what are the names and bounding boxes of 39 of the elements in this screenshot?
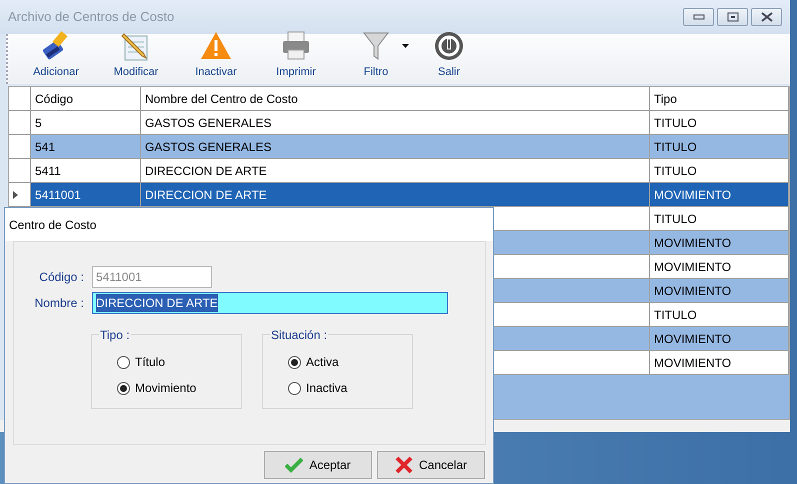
current-row-icon: [13, 190, 18, 198]
table-cell: MOVIMIENTO: [650, 351, 789, 375]
toolbar-button[interactable]: Inactivar: [176, 30, 256, 80]
field-label: Código :: [38, 269, 85, 286]
radio-label[interactable]: Título: [135, 353, 166, 371]
dialog-title: Centro de Costo: [5, 208, 493, 241]
toolbar-button[interactable]: Adicionar: [16, 30, 96, 80]
table-row[interactable]: 5411001 DIRECCION DE ARTE MOVIMIENTO: [9, 183, 789, 207]
funnel-icon: [360, 30, 392, 62]
dropdown-caret-icon[interactable]: [402, 44, 409, 48]
maximize-icon: [726, 12, 738, 22]
close-button[interactable]: [751, 8, 782, 26]
radio-label[interactable]: Movimiento: [135, 379, 196, 397]
input-field[interactable]: 5411001: [92, 266, 212, 288]
radio-label[interactable]: Activa: [306, 353, 339, 371]
check-icon: [285, 456, 304, 474]
field-label: Nombre :: [34, 295, 85, 312]
window-title: Archivo de Centros de Costo: [8, 8, 174, 26]
toolbar-button[interactable]: Modificar: [96, 30, 176, 80]
table-row[interactable]: 541 GASTOS GENERALES TITULO: [9, 135, 789, 159]
radio-button[interactable]: [288, 356, 301, 368]
power-icon: [433, 30, 465, 62]
printer-icon: [280, 30, 312, 62]
minimize-button[interactable]: [683, 8, 714, 26]
dialog-button[interactable]: Cancelar: [377, 451, 485, 479]
warning-icon: [200, 30, 232, 62]
minimize-icon: [692, 14, 704, 20]
radio-button[interactable]: [288, 382, 301, 394]
input-field[interactable]: DIRECCION DE ARTE: [92, 292, 448, 314]
radio-button[interactable]: [117, 356, 130, 368]
radio-label[interactable]: Inactiva: [306, 379, 348, 397]
toolbar-button[interactable]: Imprimir: [256, 30, 336, 80]
table-row[interactable]: 5 GASTOS GENERALES TITULO: [9, 111, 789, 135]
radio-button[interactable]: [117, 382, 130, 394]
close-icon: [394, 456, 413, 474]
dialog-button[interactable]: Aceptar: [264, 451, 372, 479]
maximize-button[interactable]: [717, 8, 748, 26]
table-row[interactable]: 5411 DIRECCION DE ARTE TITULO: [9, 159, 789, 183]
close-icon: [760, 12, 772, 22]
